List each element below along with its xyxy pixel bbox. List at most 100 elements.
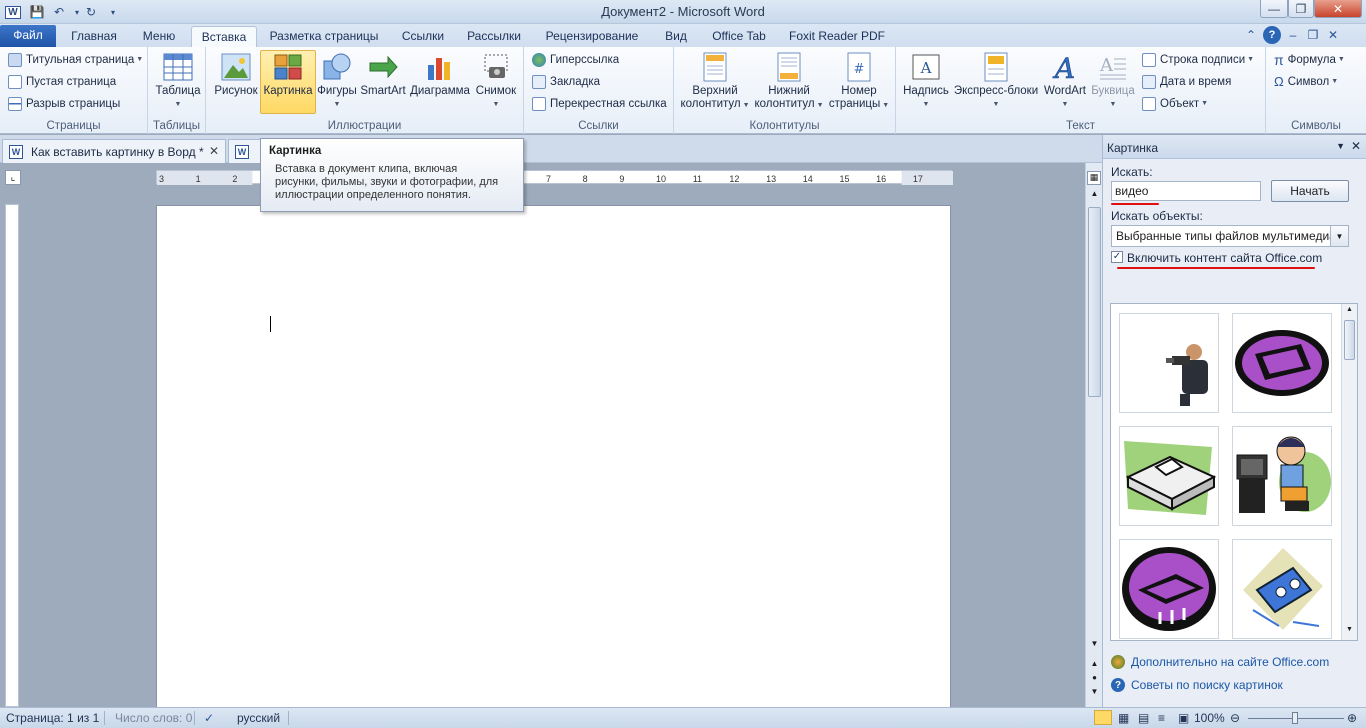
doc-close-icon[interactable]: ✕ [1325, 27, 1341, 43]
spellcheck-icon[interactable]: ✓ [204, 711, 214, 725]
language[interactable]: русский [237, 711, 280, 725]
tab-office-tab[interactable]: Office Tab [704, 26, 774, 47]
page-number-button[interactable]: # Номер страницы ▼ [826, 51, 892, 112]
zoom-level[interactable]: 100% [1194, 711, 1225, 725]
wordart-button[interactable]: A WordArt ▼ [1040, 51, 1090, 111]
search-tips-link[interactable]: ? Советы по поиску картинок [1111, 678, 1283, 692]
textbox-button[interactable]: A Надпись ▼ [900, 51, 952, 111]
tab-review[interactable]: Рецензирование [536, 26, 648, 47]
search-objects-label: Искать объекты: [1111, 209, 1203, 223]
outline-view-icon[interactable]: ≡ [1158, 711, 1165, 725]
tab-home[interactable]: Главная [62, 26, 126, 47]
ruler-tick-label: 11 [693, 174, 702, 184]
doc-minimize-icon[interactable]: – [1285, 27, 1301, 43]
bookmark-button[interactable]: Закладка [532, 72, 600, 92]
cover-page-button[interactable]: Титульная страница ▼ [8, 50, 143, 70]
clipart-thumb-cassette[interactable] [1232, 539, 1332, 639]
header-button[interactable]: Верхний колонтитул ▼ [678, 51, 752, 112]
help-icon[interactable]: ? [1263, 26, 1281, 44]
doc-restore-icon[interactable]: ❐ [1305, 27, 1321, 43]
wordart-icon: A [1049, 51, 1081, 83]
zoom-out-icon[interactable]: ⊖ [1230, 711, 1240, 725]
previous-page-icon[interactable]: ▲ [1088, 659, 1101, 671]
draft-view-icon[interactable]: ▣ [1178, 711, 1189, 725]
minimize-ribbon-icon[interactable]: ⌃ [1243, 27, 1259, 43]
print-layout-view-icon[interactable] [1094, 710, 1112, 725]
scroll-down-arrow[interactable]: ▼ [1343, 626, 1356, 638]
smartart-button[interactable]: SmartArt [358, 51, 408, 98]
tab-page-layout[interactable]: Разметка страницы [262, 26, 386, 47]
tab-mailings[interactable]: Рассылки [460, 26, 528, 47]
doc-tab-active[interactable]: W Как вставить картинку в Ворд * ✕ [2, 139, 226, 163]
chart-button[interactable]: Диаграмма [408, 51, 472, 98]
tab-foxit-reader[interactable]: Foxit Reader PDF [784, 26, 890, 47]
page-count[interactable]: Страница: 1 из 1 [6, 711, 99, 725]
hyperlink-button[interactable]: Гиперссылка [532, 50, 619, 70]
page-break-button[interactable]: Разрыв страницы [8, 94, 120, 114]
document-page[interactable] [156, 205, 951, 715]
next-page-icon[interactable]: ▼ [1088, 687, 1101, 699]
dropcap-button[interactable]: A Буквица ▼ [1090, 51, 1136, 111]
signature-line-button[interactable]: Строка подписи ▼ [1142, 50, 1254, 70]
ruler-toggle-icon[interactable]: ▦ [1087, 171, 1101, 185]
tab-stop-selector[interactable]: ⌞ [5, 170, 21, 185]
close-tab-icon[interactable]: ✕ [209, 144, 219, 158]
scroll-up-arrow[interactable]: ▲ [1088, 189, 1101, 203]
tab-insert[interactable]: Вставка [191, 26, 257, 47]
scroll-up-arrow[interactable]: ▲ [1343, 306, 1356, 318]
ruler-tick-label: 13 [766, 174, 776, 184]
table-button[interactable]: Таблица ▼ [154, 51, 202, 111]
include-office-checkbox[interactable]: ✓ [1111, 251, 1123, 263]
cross-reference-button[interactable]: Перекрестная ссылка [532, 94, 667, 114]
scroll-down-arrow[interactable]: ▼ [1088, 639, 1101, 653]
maximize-button[interactable]: ❐ [1288, 0, 1314, 18]
results-scrollbar[interactable]: ▲ ▼ [1341, 304, 1357, 640]
media-type-select[interactable]: Выбранные типы файлов мультимедиа ▼ [1111, 225, 1349, 247]
clipart-thumb-cameraman[interactable] [1119, 313, 1219, 413]
tab-references[interactable]: Ссылки [392, 26, 454, 47]
tab-file[interactable]: Файл [0, 25, 56, 47]
close-window-button[interactable]: ✕ [1314, 0, 1362, 18]
footer-button[interactable]: Нижний колонтитул ▼ [752, 51, 826, 112]
equation-button[interactable]: π Формула ▼ [1274, 50, 1345, 70]
results-scroll-thumb[interactable] [1344, 320, 1355, 360]
symbol-button[interactable]: Ω Символ ▼ [1274, 72, 1338, 92]
blank-page-button[interactable]: Пустая страница [8, 72, 116, 92]
red-underline-search [1111, 203, 1159, 205]
group-label-links: Ссылки [578, 120, 619, 132]
clipart-thumb-boy-tv[interactable] [1232, 426, 1332, 526]
browse-object-icon[interactable]: ● [1088, 673, 1101, 685]
pane-options-icon[interactable]: ▼ [1336, 141, 1345, 151]
more-office-link[interactable]: Дополнительно на сайте Office.com [1111, 655, 1329, 669]
status-separator [194, 711, 195, 725]
shapes-button[interactable]: Фигуры ▼ [316, 51, 358, 111]
search-input[interactable]: видео [1111, 181, 1261, 201]
vertical-ruler[interactable] [5, 204, 19, 707]
scroll-thumb[interactable] [1088, 207, 1101, 397]
vertical-scrollbar[interactable]: ▦ ▲ ▼ ▲ ● ▼ [1085, 163, 1102, 707]
word-count[interactable]: Число слов: 0 [115, 711, 192, 725]
clipart-thumb-video-player[interactable] [1119, 426, 1219, 526]
zoom-in-icon[interactable]: ⊕ [1347, 711, 1357, 725]
cover-page-icon [8, 53, 22, 67]
minimize-button[interactable]: — [1260, 0, 1288, 18]
full-screen-view-icon[interactable]: ▦ [1118, 711, 1129, 725]
object-button[interactable]: Объект ▼ [1142, 94, 1208, 114]
tab-menu[interactable]: Меню [130, 26, 188, 47]
picture-button[interactable]: Рисунок [210, 51, 262, 98]
tooltip-line-3: иллюстрации определенного понятия. [275, 189, 471, 201]
web-layout-view-icon[interactable]: ▤ [1138, 711, 1149, 725]
tab-view[interactable]: Вид [654, 26, 698, 47]
pane-title: Картинка [1107, 141, 1159, 155]
date-time-button[interactable]: Дата и время [1142, 72, 1231, 92]
screenshot-button[interactable]: Снимок ▼ [472, 51, 520, 111]
chevron-down-icon[interactable]: ▼ [1330, 226, 1348, 246]
clipart-thumb-vcr-purple-2[interactable] [1119, 539, 1219, 639]
clipart-button[interactable]: Картинка [260, 50, 316, 114]
quick-parts-button[interactable]: Экспресс-блоки ▼ [952, 51, 1040, 111]
doc-tab-2[interactable]: W [228, 139, 262, 163]
go-button[interactable]: Начать [1271, 180, 1349, 202]
zoom-slider-thumb[interactable] [1292, 712, 1298, 724]
pane-close-icon[interactable]: ✕ [1351, 139, 1361, 153]
clipart-thumb-vcr-purple[interactable] [1232, 313, 1332, 413]
